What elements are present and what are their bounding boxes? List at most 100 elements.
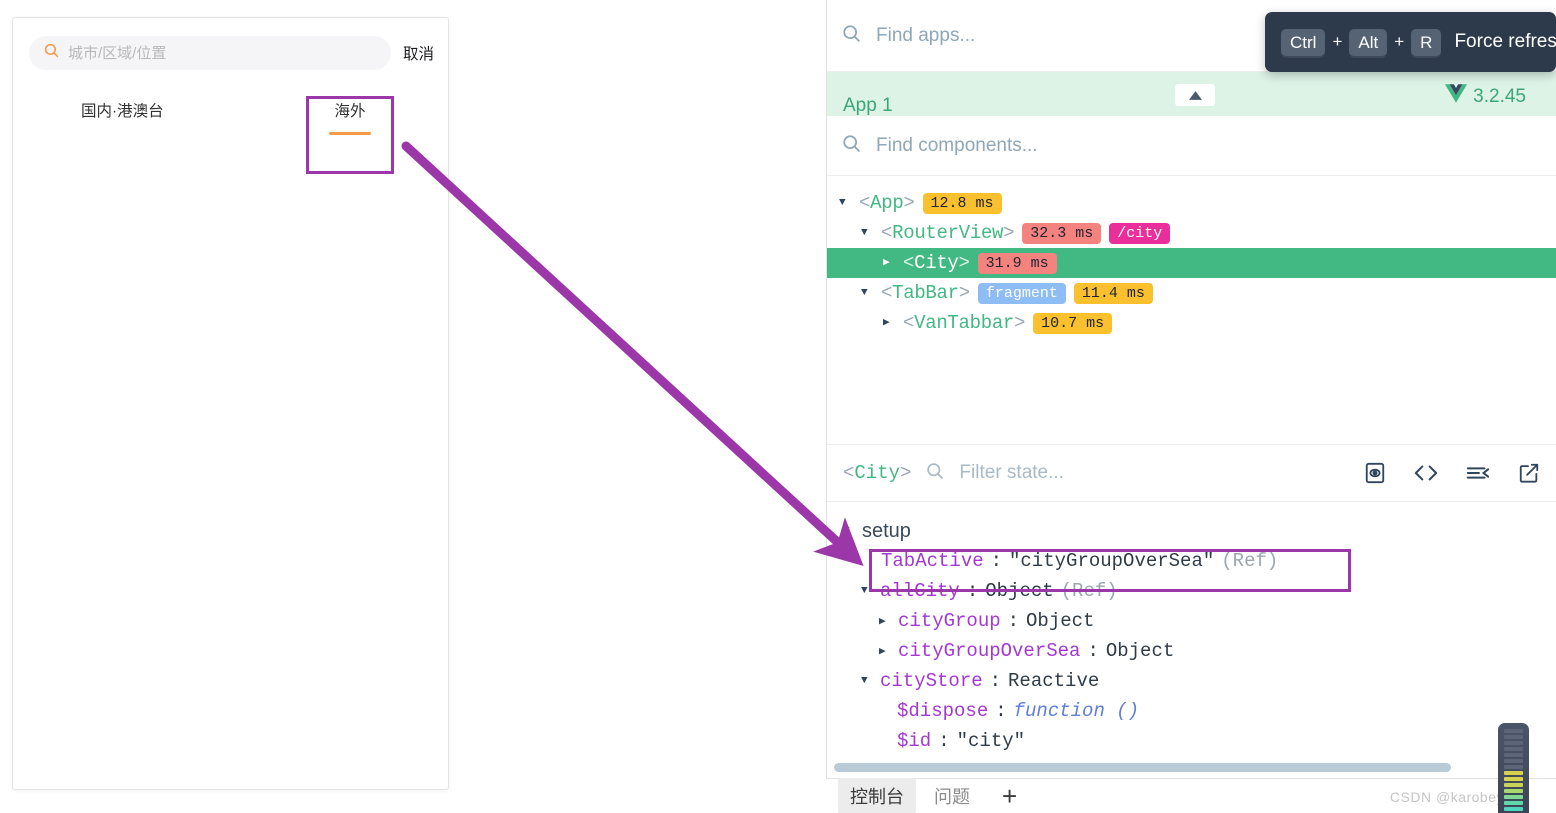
city-search-input[interactable]	[68, 44, 377, 62]
selected-component-tag: <City>	[843, 462, 912, 484]
chevron-right-icon[interactable]: ▶	[883, 257, 895, 269]
chevron-up-icon[interactable]	[1175, 84, 1215, 106]
state-key: cityGroupOverSea	[898, 640, 1081, 662]
vue-logo-icon	[1445, 84, 1468, 109]
app-row[interactable]: App 1 3.2.45	[827, 72, 1556, 116]
force-refresh-tooltip: Ctrl + Alt + R Force refresh	[1265, 12, 1556, 72]
render-time-badge: 11.4 ms	[1073, 282, 1153, 304]
keycap-separator-2: +	[1394, 32, 1405, 51]
chevron-down-icon[interactable]: ▼	[861, 675, 873, 687]
state-toolbar-icons	[1364, 462, 1540, 484]
component-tag: <TabBar>	[881, 282, 970, 304]
keycap-ctrl: Ctrl	[1281, 28, 1326, 56]
state-section-label: setup	[862, 519, 911, 542]
render-time-badge: 31.9 ms	[977, 252, 1057, 274]
component-tree: ▼ <App> 12.8 ms ▼ <RouterView> 32.3 ms /…	[827, 176, 1556, 444]
level-meter-widget	[1498, 723, 1529, 813]
render-time-badge: 32.3 ms	[1022, 222, 1102, 244]
state-value: "city"	[956, 730, 1026, 752]
search-icon	[841, 23, 862, 49]
state-row-citygroup[interactable]: ▶ cityGroup : Object	[843, 606, 1556, 636]
chevron-down-icon[interactable]: ▼	[861, 585, 873, 597]
open-external-icon[interactable]	[1518, 462, 1540, 484]
keycap-separator-1: +	[1332, 32, 1343, 51]
state-sep: :	[1007, 610, 1020, 632]
tree-row[interactable]: ▶ <VanTabbar> 10.7 ms	[827, 308, 1556, 338]
state-key: cityGroup	[898, 610, 1001, 632]
tab-oversea-label: 海外	[334, 103, 366, 120]
tree-row[interactable]: ▼ <TabBar> fragment 11.4 ms	[827, 278, 1556, 308]
tree-row[interactable]: ▼ <App> 12.8 ms	[827, 188, 1556, 218]
state-key: cityStore	[880, 670, 983, 692]
drawer-add-tab-button[interactable]: +	[988, 783, 1031, 809]
tab-domestic[interactable]: 国内·港澳台	[81, 98, 164, 135]
find-apps-placeholder: Find apps...	[876, 24, 976, 46]
state-row-tabactive[interactable]: TabActive : "cityGroupOverSea" (Ref)	[843, 546, 1556, 576]
tooltip-text: Force refresh	[1454, 31, 1556, 52]
cancel-button[interactable]: 取消	[401, 42, 434, 64]
keycap-r: R	[1411, 28, 1442, 56]
state-sep: :	[966, 580, 979, 602]
state-row-dispose[interactable]: $dispose : function ()	[843, 696, 1556, 726]
city-search-field[interactable]	[29, 36, 391, 70]
chevron-down-icon[interactable]: ▼	[839, 197, 851, 209]
search-icon	[43, 42, 60, 64]
component-tag: <City>	[903, 252, 970, 274]
chevron-right-icon[interactable]: ▶	[883, 317, 895, 329]
state-sep: :	[995, 700, 1007, 722]
chevron-down-icon[interactable]: ▼	[843, 525, 855, 537]
chevron-down-icon[interactable]: ▼	[861, 227, 873, 239]
state-sep: :	[938, 730, 950, 752]
state-value: "cityGroupOverSea"	[1009, 550, 1215, 572]
search-icon	[841, 133, 862, 159]
vue-devtools-panel: Find apps... App 1 3.2.45 Find component…	[826, 0, 1556, 813]
state-key: allCity	[880, 580, 960, 602]
tree-row-selected[interactable]: ▶ <City> 31.9 ms	[827, 248, 1556, 278]
filter-state-placeholder: Filter state...	[959, 462, 1064, 483]
search-icon	[925, 461, 945, 486]
watermark: CSDN @karobey	[1389, 789, 1504, 805]
route-badge: /city	[1109, 222, 1171, 244]
state-section-setup[interactable]: ▼ setup	[843, 516, 1556, 546]
component-tag: <VanTabbar>	[903, 312, 1026, 334]
inspect-dom-icon[interactable]	[1364, 462, 1386, 484]
app-version-wrap: 3.2.45	[1445, 84, 1526, 109]
state-row-allcity[interactable]: ▼ allCity : Object (Ref)	[843, 576, 1556, 606]
open-source-icon[interactable]	[1414, 463, 1438, 483]
collapse-all-icon[interactable]	[1466, 463, 1490, 483]
city-search-row: 取消	[29, 34, 434, 72]
drawer-tab-issues[interactable]: 问题	[922, 778, 982, 813]
mobile-app-preview-card: 取消 国内·港澳台 海外	[12, 17, 449, 790]
render-time-badge: 10.7 ms	[1033, 312, 1113, 334]
state-ref-suffix: (Ref)	[1060, 580, 1118, 602]
state-row-id[interactable]: $id : "city"	[843, 726, 1556, 756]
chevron-right-icon[interactable]: ▶	[879, 614, 891, 628]
component-tag: <App>	[859, 192, 915, 214]
state-key: $dispose	[897, 700, 989, 722]
state-row-citystore[interactable]: ▼ cityStore : Reactive	[843, 666, 1556, 696]
state-sep: :	[990, 550, 1003, 572]
keycap-alt: Alt	[1349, 28, 1388, 56]
screenshot-root: 取消 国内·港澳台 海外 Find apps...	[0, 0, 1556, 813]
state-value: Object	[985, 580, 1054, 602]
state-value: Object	[1105, 640, 1175, 662]
app-row-name: App 1	[843, 95, 893, 116]
render-time-badge: 12.8 ms	[922, 192, 1002, 214]
app-version-text: 3.2.45	[1473, 85, 1526, 107]
state-ref-suffix: (Ref)	[1221, 550, 1279, 572]
state-key: TabActive	[881, 550, 984, 572]
tree-row[interactable]: ▼ <RouterView> 32.3 ms /city	[827, 218, 1556, 248]
find-components-placeholder: Find components...	[876, 134, 1038, 156]
find-components-bar[interactable]: Find components...	[827, 116, 1556, 176]
chevron-down-icon[interactable]: ▼	[861, 287, 873, 299]
state-row-citygroupoversea[interactable]: ▶ cityGroupOverSea : Object	[843, 636, 1556, 666]
drawer-tab-console[interactable]: 控制台	[838, 778, 916, 813]
state-value: Object	[1026, 610, 1095, 632]
state-horizontal-scrollbar[interactable]	[834, 763, 1451, 772]
chevron-right-icon[interactable]: ▶	[879, 644, 891, 658]
tab-oversea[interactable]: 海外	[329, 98, 371, 135]
state-inspector-toolbar: <City> Filter state...	[827, 444, 1556, 502]
fragment-badge: fragment	[977, 282, 1066, 304]
state-key: $id	[897, 730, 932, 752]
state-sep: :	[1087, 640, 1099, 662]
